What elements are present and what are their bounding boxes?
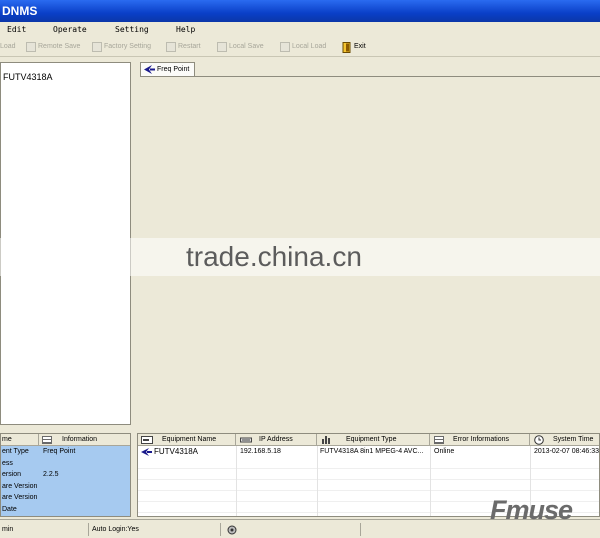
info-row-name: are Version bbox=[2, 482, 38, 490]
info-row: ersion 2.2.5 bbox=[1, 469, 130, 481]
menu-operate[interactable]: Operate bbox=[53, 22, 87, 37]
header-equipment-type[interactable]: Equipment Type bbox=[317, 434, 430, 446]
info-row-name: are Version bbox=[2, 494, 38, 501]
tree-node-futv4318a[interactable]: FUTV4318A bbox=[3, 72, 53, 82]
status-separator bbox=[360, 523, 361, 536]
watermark-text: trade.china.cn bbox=[186, 241, 362, 272]
info-row-name: Date bbox=[2, 505, 17, 513]
arrow-left-icon bbox=[144, 65, 155, 74]
menu-help[interactable]: Help bbox=[176, 22, 195, 37]
exit-button[interactable]: Exit bbox=[342, 37, 366, 57]
header-ip-address[interactable]: IP Address bbox=[236, 434, 317, 446]
restart-button[interactable]: Restart bbox=[166, 37, 201, 57]
load-button[interactable]: Load bbox=[0, 37, 16, 57]
device-icon bbox=[141, 435, 153, 444]
local-load-label: Local Load bbox=[292, 43, 327, 50]
dnms-window: DNMS Edit Operate Setting Help Load Remo… bbox=[0, 0, 600, 538]
info-header-name[interactable]: me bbox=[1, 434, 39, 446]
restart-icon bbox=[166, 42, 176, 52]
header-system-time[interactable]: System Time bbox=[530, 434, 599, 446]
table-row[interactable]: FUTV4318A 192.168.5.18 FUTV4318A 8in1 MP… bbox=[138, 446, 599, 458]
remote-save-icon bbox=[26, 42, 36, 52]
info-header-information-label: Information bbox=[62, 435, 98, 443]
menu-edit[interactable]: Edit bbox=[7, 22, 26, 37]
info-row-name: ess bbox=[2, 459, 13, 467]
brand-watermark: Fmuse bbox=[490, 495, 573, 525]
menu-setting[interactable]: Setting bbox=[115, 22, 149, 37]
local-load-icon bbox=[280, 42, 290, 52]
chart-icon bbox=[322, 436, 330, 444]
info-row: are Version bbox=[1, 492, 130, 504]
network-icon bbox=[240, 437, 252, 442]
info-row: ent Type Freq Point bbox=[1, 446, 130, 458]
menu-bar: Edit Operate Setting Help bbox=[0, 22, 600, 37]
title-bar: DNMS bbox=[0, 0, 600, 22]
info-row: are Version bbox=[1, 481, 130, 493]
load-label: Load bbox=[0, 43, 16, 50]
header-ip-address-label: IP Address bbox=[259, 435, 293, 443]
header-error-informations[interactable]: Error Informations bbox=[430, 434, 530, 446]
clock-icon bbox=[534, 434, 544, 445]
toolbar: Load Remote Save Factory Setting Restart… bbox=[0, 37, 600, 57]
remote-save-button[interactable]: Remote Save bbox=[26, 37, 80, 57]
info-row-name: ent Type bbox=[2, 448, 29, 455]
cell-system-time: 2013-02-07 08:46:33 bbox=[534, 448, 599, 455]
network-status-icon bbox=[227, 525, 237, 535]
watermark-banner: trade.china.cn bbox=[0, 238, 600, 276]
status-auto-login: Auto Login:Yes bbox=[92, 526, 139, 533]
cell-ip-address: 192.168.5.18 bbox=[240, 448, 281, 455]
info-panel: me Information ent Type Freq Point ess er… bbox=[0, 433, 131, 517]
factory-setting-icon bbox=[92, 42, 102, 52]
grid-icon bbox=[434, 435, 444, 444]
cell-equipment-name: FUTV4318A bbox=[154, 447, 199, 456]
info-row: ess bbox=[1, 458, 130, 470]
status-separator bbox=[220, 523, 221, 536]
factory-setting-label: Factory Setting bbox=[104, 43, 152, 50]
tab-freq-point[interactable]: Freq Point bbox=[140, 62, 195, 76]
tab-divider bbox=[140, 76, 600, 77]
cell-equipment-type: FUTV4318A 8in1 MPEG-4 AVC... bbox=[320, 448, 424, 455]
header-equipment-type-label: Equipment Type bbox=[346, 435, 397, 443]
tab-freq-point-label: Freq Point bbox=[157, 66, 190, 73]
remote-save-label: Remote Save bbox=[38, 43, 81, 50]
info-rows: ent Type Freq Point ess ersion 2.2.5 are V… bbox=[1, 446, 130, 516]
exit-door-icon bbox=[342, 41, 352, 53]
arrow-left-icon bbox=[141, 448, 152, 456]
header-equipment-name[interactable]: Equipment Name bbox=[138, 434, 236, 446]
window-title: DNMS bbox=[2, 4, 38, 18]
local-save-icon bbox=[217, 42, 227, 52]
cell-error-informations: Online bbox=[434, 448, 455, 455]
local-load-button[interactable]: Local Load bbox=[280, 37, 326, 57]
factory-setting-button[interactable]: Factory Setting bbox=[92, 37, 151, 57]
info-row: Date bbox=[1, 504, 130, 516]
local-save-button[interactable]: Local Save bbox=[217, 37, 264, 57]
exit-label: Exit bbox=[354, 43, 366, 50]
info-row-name: ersion bbox=[2, 471, 22, 478]
local-save-label: Local Save bbox=[229, 43, 264, 50]
status-separator bbox=[88, 523, 89, 536]
info-header-name-label: me bbox=[2, 435, 12, 443]
grid-icon bbox=[42, 435, 52, 444]
header-error-informations-label: Error Informations bbox=[453, 435, 510, 443]
header-equipment-name-label: Equipment Name bbox=[162, 435, 217, 443]
info-row-value: Freq Point bbox=[43, 448, 76, 455]
restart-label: Restart bbox=[178, 43, 201, 50]
header-system-time-label: System Time bbox=[553, 435, 594, 443]
info-header-information[interactable]: Information bbox=[39, 434, 130, 446]
info-row-value: 2.2.5 bbox=[43, 471, 59, 478]
status-user: min bbox=[2, 526, 14, 533]
